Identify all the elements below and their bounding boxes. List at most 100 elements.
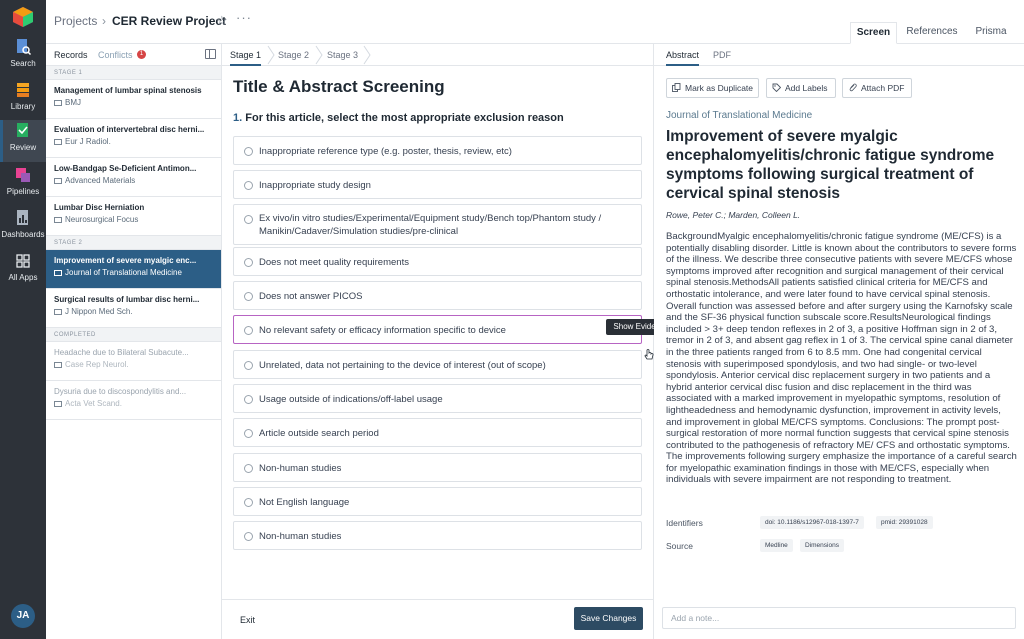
screening-panel: Stage 1 Stage 2 Stage 3 Title & Abstract… xyxy=(222,44,654,639)
search-doc-icon xyxy=(17,39,32,56)
record-item-completed[interactable]: Dysuria due to discospondylitis and... A… xyxy=(46,381,221,420)
note-input[interactable]: Add a note... xyxy=(662,607,1016,629)
tab-records[interactable]: Records xyxy=(54,50,88,60)
record-source: Journal of Translational Medicine xyxy=(54,268,221,277)
exclusion-option[interactable]: Unrelated, data not pertaining to the de… xyxy=(233,350,642,379)
chevron-right-icon: › xyxy=(102,14,106,28)
record-item[interactable]: Low-Bandgap Se-Deficient Antimon... Adva… xyxy=(46,158,221,197)
radio-button[interactable] xyxy=(244,147,253,156)
record-item[interactable]: Lumbar Disc Herniation Neurosurgical Foc… xyxy=(46,197,221,236)
record-item-completed[interactable]: Headache due to Bilateral Subacute... Ca… xyxy=(46,342,221,381)
save-changes-button[interactable]: Save Changes xyxy=(574,607,643,630)
radio-button[interactable] xyxy=(244,181,253,190)
user-avatar[interactable]: JA xyxy=(11,604,35,628)
record-item[interactable]: Management of lumbar spinal stenosis BMJ xyxy=(46,80,221,119)
article-tabs: Abstract PDF xyxy=(654,44,1024,66)
tab-stage-3[interactable]: Stage 3 xyxy=(327,50,358,60)
journal-icon xyxy=(54,401,62,407)
screening-title: Title & Abstract Screening xyxy=(233,77,445,96)
attach-pdf-button[interactable]: Attach PDF xyxy=(842,78,912,98)
exclusion-option[interactable]: Does not meet quality requirements xyxy=(233,247,642,276)
nav-pipelines[interactable]: Pipelines xyxy=(0,164,46,206)
radio-button[interactable] xyxy=(244,464,253,473)
tab-conflicts[interactable]: Conflicts xyxy=(98,50,133,60)
exclusion-option[interactable]: Article outside search period xyxy=(233,418,642,447)
exit-button[interactable]: Exit xyxy=(240,615,255,625)
tab-screen[interactable]: Screen xyxy=(850,22,897,44)
group-label-stage-1: STAGE 1 xyxy=(46,66,221,80)
add-labels-button[interactable]: Add Labels xyxy=(766,78,836,98)
identifier-doi-chip[interactable]: doi: 10.1186/s12967-018-1397-7 xyxy=(760,516,864,529)
tab-prisma[interactable]: Prisma xyxy=(966,22,1016,44)
record-title: Improvement of severe myalgic enc... xyxy=(54,256,197,265)
article-abstract: BackgroundMyalgic encephalomyelitis/chro… xyxy=(666,231,1017,486)
radio-button[interactable] xyxy=(244,292,253,301)
stage-tabs: Stage 1 Stage 2 Stage 3 xyxy=(222,44,653,66)
radio-button[interactable] xyxy=(244,498,253,507)
nav-review[interactable]: Review xyxy=(0,120,46,162)
mark-as-duplicate-button[interactable]: Mark as Duplicate xyxy=(666,78,759,98)
more-options-icon[interactable]: ··· xyxy=(236,10,252,25)
journal-icon xyxy=(54,217,62,223)
record-item[interactable]: Evaluation of intervertebral disc herni.… xyxy=(46,119,221,158)
chevron-separator-icon xyxy=(315,45,323,65)
source-medline-chip: Medline xyxy=(760,539,793,552)
article-authors: Rowe, Peter C.; Marden, Colleen L. xyxy=(666,210,801,220)
nav-dashboards-label: Dashboards xyxy=(1,230,45,239)
exclusion-option[interactable]: Inappropriate study design xyxy=(233,170,642,199)
nav-all-apps-label: All Apps xyxy=(8,273,38,282)
record-item-selected[interactable]: Improvement of severe myalgic enc... Jou… xyxy=(46,250,221,289)
tab-stage-1[interactable]: Stage 1 xyxy=(230,50,262,66)
exclusion-option[interactable]: Non-human studies xyxy=(233,453,642,482)
radio-button[interactable] xyxy=(244,395,253,404)
record-source: Case Rep Neurol. xyxy=(54,360,221,369)
breadcrumb-projects[interactable]: Projects xyxy=(54,14,97,28)
nav-dashboards[interactable]: Dashboards xyxy=(0,207,46,249)
record-source: Advanced Materials xyxy=(54,176,221,185)
source-dimensions-chip: Dimensions xyxy=(800,539,844,552)
exclusion-option[interactable]: Does not answer PICOS xyxy=(233,281,642,310)
exclusion-option[interactable]: Ex vivo/in vitro studies/Experimental/Eq… xyxy=(233,204,642,245)
tab-stage-2[interactable]: Stage 2 xyxy=(278,50,309,60)
question-number: 1. xyxy=(233,112,243,124)
nav-search-label: Search xyxy=(10,59,36,68)
grid-icon xyxy=(16,254,30,268)
collapse-panel-icon[interactable] xyxy=(205,49,216,59)
record-item[interactable]: Surgical results of lumbar disc herni...… xyxy=(46,289,221,328)
record-source: BMJ xyxy=(54,98,221,107)
nav-review-label: Review xyxy=(9,143,37,152)
source-label: Source xyxy=(666,541,693,551)
conflict-count-badge: 1 xyxy=(137,50,146,59)
radio-button[interactable] xyxy=(244,258,253,267)
identifier-pmid-chip[interactable]: pmid: 29391028 xyxy=(876,516,933,529)
tab-pdf[interactable]: PDF xyxy=(713,50,731,60)
tab-references[interactable]: References xyxy=(901,22,963,44)
nav-all-apps[interactable]: All Apps xyxy=(0,250,46,292)
duplicate-icon xyxy=(672,83,681,92)
radio-button[interactable] xyxy=(244,361,253,370)
nav-search[interactable]: Search xyxy=(0,36,46,78)
radio-button[interactable] xyxy=(244,429,253,438)
exclusion-option-hovered[interactable]: No relevant safety or efficacy informati… xyxy=(233,315,642,344)
tab-abstract[interactable]: Abstract xyxy=(666,50,700,66)
exclusion-option[interactable]: Inappropriate reference type (e.g. poste… xyxy=(233,136,642,165)
record-title: Management of lumbar spinal stenosis xyxy=(54,86,202,95)
exclusion-option[interactable]: Usage outside of indications/off-label u… xyxy=(233,384,642,413)
record-title: Surgical results of lumbar disc herni... xyxy=(54,295,200,304)
exclusion-option[interactable]: Non-human studies xyxy=(233,521,642,550)
app-nav-rail: Search Library Review Pipelines Dashboar… xyxy=(0,0,46,639)
app-logo-icon xyxy=(13,7,33,27)
group-label-stage-2: STAGE 2 xyxy=(46,236,221,250)
question-text: 1. For this article, select the most app… xyxy=(233,112,564,124)
radio-button[interactable] xyxy=(244,326,253,335)
star-icon[interactable]: ☆ xyxy=(216,13,228,29)
radio-button[interactable] xyxy=(244,532,253,541)
records-panel: Records Conflicts 1 STAGE 1 Management o… xyxy=(46,44,222,639)
nav-library[interactable]: Library xyxy=(0,79,46,121)
article-title: Improvement of severe myalgic encephalom… xyxy=(666,128,995,202)
exclusion-option[interactable]: Not English language xyxy=(233,487,642,516)
journal-icon xyxy=(54,270,62,276)
radio-button[interactable] xyxy=(244,215,253,224)
record-title: Dysuria due to discospondylitis and... xyxy=(54,387,187,396)
group-label-completed: COMPLETED xyxy=(46,328,221,342)
